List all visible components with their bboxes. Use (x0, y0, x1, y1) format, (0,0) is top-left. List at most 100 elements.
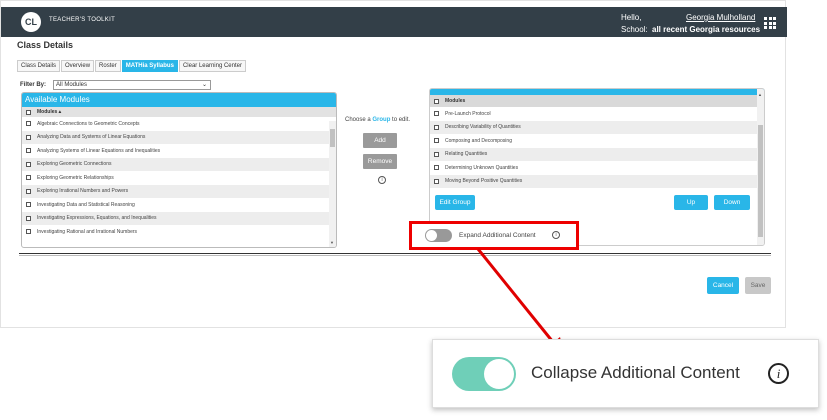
select-all-checkbox[interactable] (26, 109, 31, 115)
row-checkbox[interactable] (26, 121, 31, 127)
list-item-label: Determining Unknown Quantities (445, 164, 519, 171)
list-item-label: Exploring Irrational Numbers and Powers (37, 188, 129, 195)
group-column-header[interactable]: Modules (430, 95, 764, 107)
top-bar: CL TEACHER'S TOOLKIT Hello, Georgia Mulh… (1, 7, 787, 37)
toggle-knob (426, 230, 437, 241)
save-button[interactable]: Save (745, 277, 771, 294)
filter-value: All Modules (56, 82, 88, 88)
collapse-content-toggle[interactable] (452, 357, 516, 391)
row-checkbox[interactable] (434, 124, 439, 130)
choose-suffix: to edit. (392, 117, 411, 123)
tab-clear-learning-center[interactable]: Clear Learning Center (178, 60, 246, 72)
edit-group-button[interactable]: Edit Group (435, 195, 475, 210)
expand-content-label: Expand Additional Content (459, 232, 536, 239)
list-item[interactable]: Describing Variability of Quantities (430, 120, 764, 134)
brand-name: TEACHER'S TOOLKIT (49, 17, 116, 23)
modules-column-header[interactable]: Modules ▴ (22, 107, 336, 117)
user-name-link[interactable]: Georgia Mulholland (686, 13, 755, 22)
choose-prefix: Choose a (345, 117, 371, 123)
school-label: School: (621, 25, 648, 34)
list-item-label: Investigating Expressions, Equations, an… (37, 215, 157, 222)
available-scrollbar[interactable]: ▼ (329, 121, 336, 247)
scroll-down-icon[interactable]: ▼ (330, 240, 334, 245)
modules-column-label: Modules ▴ (37, 109, 62, 115)
expand-content-toggle[interactable] (425, 229, 452, 242)
list-item-label: Describing Variability of Quantities (445, 124, 521, 131)
group-column-label: Modules (445, 98, 466, 104)
row-checkbox[interactable] (434, 111, 439, 117)
row-checkbox[interactable] (434, 165, 439, 171)
row-checkbox[interactable] (26, 148, 31, 154)
divider (19, 255, 771, 256)
row-checkbox[interactable] (26, 134, 31, 140)
available-modules-panel: Available Modules Modules ▴ Algebraic Co… (21, 92, 337, 248)
list-item[interactable]: Exploring Geometric Relationships (22, 171, 336, 185)
list-item[interactable]: Investigating Rational and Irrational Nu… (22, 225, 336, 239)
tab-overview[interactable]: Overview (61, 60, 95, 72)
scroll-up-icon[interactable]: ▲ (758, 92, 762, 97)
choose-group-word: Group (372, 117, 391, 123)
row-checkbox[interactable] (434, 151, 439, 157)
remove-button[interactable]: Remove (363, 154, 397, 169)
list-item-label: Relating Quantities (445, 151, 488, 158)
scroll-thumb[interactable] (758, 125, 763, 237)
list-item[interactable]: Moving Beyond Positive Quantities (430, 174, 764, 188)
row-checkbox[interactable] (434, 138, 439, 144)
school-value: all recent Georgia resources (652, 25, 761, 34)
row-checkbox[interactable] (26, 161, 31, 167)
list-item-label: Analyzing Systems of Linear Equations an… (37, 147, 161, 154)
list-item[interactable]: Exploring Irrational Numbers and Powers (22, 184, 336, 198)
list-item-label: Pre-Launch Protocol (445, 110, 491, 117)
list-item-label: Algebraic Connections to Geometric Conce… (37, 120, 140, 127)
list-item[interactable]: Relating Quantities (430, 147, 764, 161)
list-item[interactable]: Analyzing Systems of Linear Equations an… (22, 144, 336, 158)
filter-select[interactable]: All Modules ⌄ (53, 80, 211, 90)
tab-mathia-syllabus[interactable]: MATHia Syllabus (121, 60, 178, 72)
info-icon[interactable]: i (378, 176, 386, 184)
select-all-checkbox[interactable] (434, 98, 439, 104)
list-item-label: Exploring Geometric Relationships (37, 174, 114, 181)
row-checkbox[interactable] (26, 215, 31, 221)
row-checkbox[interactable] (434, 178, 439, 184)
row-checkbox[interactable] (26, 188, 31, 194)
list-item[interactable]: Algebraic Connections to Geometric Conce… (22, 117, 336, 131)
zoomed-toggle-callout: Collapse Additional Content i (432, 339, 819, 408)
info-icon[interactable]: i (552, 231, 560, 239)
list-item-label: Analyzing Data and Systems of Linear Equ… (37, 134, 146, 141)
app-window: CL TEACHER'S TOOLKIT Hello, Georgia Mulh… (0, 0, 787, 328)
page-title: Class Details (17, 40, 74, 50)
list-item[interactable]: Pre-Launch Protocol (430, 107, 764, 121)
list-item[interactable]: Investigating Data and Statistical Reaso… (22, 198, 336, 212)
cancel-button[interactable]: Cancel (707, 277, 739, 294)
add-button[interactable]: Add (363, 133, 397, 148)
logo: CL (21, 12, 41, 32)
hello-text: Hello, (621, 13, 642, 22)
chevron-down-icon: ⌄ (201, 82, 207, 88)
down-button[interactable]: Down (714, 195, 750, 210)
divider (19, 253, 771, 254)
group-scrollbar[interactable]: ▲ (757, 89, 764, 245)
row-checkbox[interactable] (26, 202, 31, 208)
apps-grid-icon[interactable] (764, 17, 776, 29)
list-item[interactable]: Composing and Decomposing (430, 134, 764, 148)
tab-roster[interactable]: Roster (95, 60, 121, 72)
list-item-label: Moving Beyond Positive Quantities (445, 178, 523, 185)
list-item-label: Investigating Rational and Irrational Nu… (37, 228, 138, 235)
available-modules-title: Available Modules (22, 93, 336, 107)
scroll-thumb[interactable] (330, 129, 335, 147)
list-item[interactable]: Determining Unknown Quantities (430, 161, 764, 175)
tab-bar: Class Details Overview Roster MATHia Syl… (17, 60, 247, 72)
list-item[interactable]: Investigating Expressions, Equations, an… (22, 211, 336, 225)
tab-class-details[interactable]: Class Details (17, 60, 61, 72)
list-item[interactable]: Analyzing Data and Systems of Linear Equ… (22, 130, 336, 144)
row-checkbox[interactable] (26, 175, 31, 181)
list-item-label: Investigating Data and Statistical Reaso… (37, 201, 135, 208)
info-icon[interactable]: i (768, 363, 789, 384)
choose-group-hint: Choose a Group to edit. (345, 117, 410, 123)
up-button[interactable]: Up (674, 195, 708, 210)
list-item-label: Composing and Decomposing (445, 137, 512, 144)
list-item[interactable]: Exploring Geometric Connections (22, 157, 336, 171)
row-checkbox[interactable] (26, 229, 31, 235)
filter-label: Filter By: (20, 82, 47, 88)
list-item-label: Exploring Geometric Connections (37, 161, 112, 168)
